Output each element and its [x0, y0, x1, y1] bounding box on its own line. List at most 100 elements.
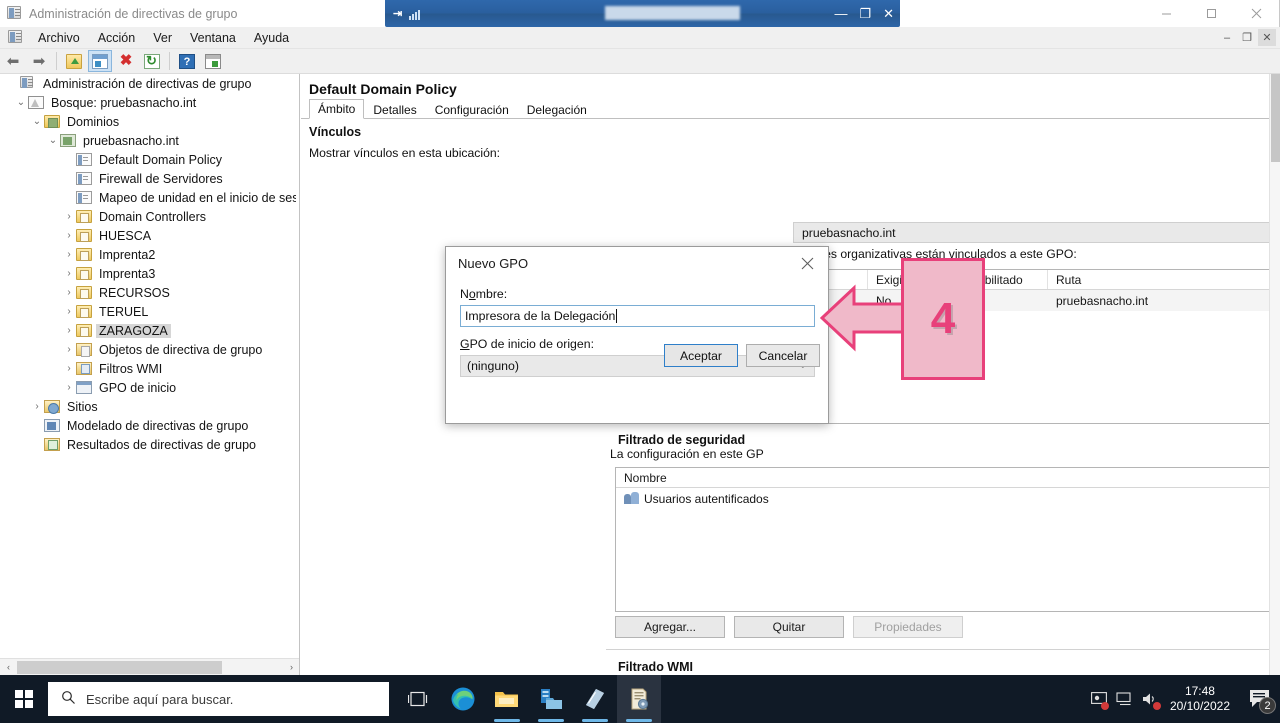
gpmc-icon — [7, 5, 23, 22]
tree-node-filtros-wmi[interactable]: › Filtros WMI — [0, 359, 296, 378]
file-explorer-icon[interactable] — [485, 675, 529, 723]
scrollbar-track[interactable] — [17, 658, 283, 675]
twisty-collapsed-icon[interactable]: › — [62, 230, 76, 241]
gpo-name-input[interactable]: Impresora de la Delegación — [460, 305, 815, 327]
volume-muted-icon[interactable] — [1138, 675, 1164, 723]
twisty-collapsed-icon[interactable]: › — [62, 363, 76, 374]
scrollbar-thumb[interactable] — [1271, 74, 1280, 162]
tree-node-firewall-servidores[interactable]: Firewall de Servidores — [0, 169, 296, 188]
tree-node-domain-controllers[interactable]: › Domain Controllers — [0, 207, 296, 226]
tree-node-imprenta3[interactable]: › Imprenta3 — [0, 264, 296, 283]
tree-node-gpo-inicio[interactable]: › GPO de inicio — [0, 378, 296, 397]
twisty-collapsed-icon[interactable]: › — [30, 401, 44, 412]
show-hide-tree-button[interactable] — [88, 50, 112, 72]
menu-item-ventana[interactable]: Ventana — [181, 29, 245, 47]
up-folder-button[interactable] — [62, 50, 86, 72]
inner-window-titlebar: ⇥ — ❐ ✕ — [385, 0, 900, 27]
tree-node-resultados[interactable]: Resultados de directivas de grupo — [0, 435, 296, 454]
tree-node-default-domain-policy[interactable]: Default Domain Policy — [0, 150, 296, 169]
tree-node-bosque[interactable]: ⌄ Bosque: pruebasnacho.int — [0, 93, 296, 112]
properties-button[interactable] — [201, 50, 225, 72]
server-manager-icon[interactable] — [529, 675, 573, 723]
edge-icon[interactable] — [441, 675, 485, 723]
clock[interactable]: 17:48 20/10/2022 — [1164, 684, 1240, 714]
tree-node-label: Resultados de directivas de grupo — [67, 437, 257, 452]
twisty-expanded-icon[interactable]: ⌄ — [14, 97, 28, 108]
tab-configuracion[interactable]: Configuración — [426, 100, 518, 119]
delete-button[interactable]: ✖ — [114, 50, 138, 72]
inner-close-icon[interactable]: ✕ — [883, 7, 894, 20]
domain-icon — [60, 134, 76, 147]
twisty-collapsed-icon[interactable]: › — [62, 211, 76, 222]
notification-center-button[interactable]: 2 — [1240, 675, 1280, 723]
twisty-expanded-icon[interactable]: ⌄ — [30, 116, 44, 127]
scroll-right-icon[interactable]: › — [283, 659, 299, 676]
help-button[interactable]: ? — [175, 50, 199, 72]
tree-node-mapeo-unidad[interactable]: Mapeo de unidad en el inicio de sesió — [0, 188, 296, 207]
tab-detalles[interactable]: Detalles — [364, 100, 425, 119]
refresh-button[interactable] — [140, 50, 164, 72]
network-icon[interactable] — [1112, 675, 1138, 723]
location-combobox[interactable]: pruebasnacho.int ⌄ — [793, 222, 1280, 243]
tree-node-dominios[interactable]: ⌄ Dominios — [0, 112, 296, 131]
twisty-expanded-icon[interactable]: ⌄ — [46, 135, 60, 146]
close-icon[interactable] — [1234, 0, 1279, 27]
twisty-collapsed-icon[interactable]: › — [62, 306, 76, 317]
menu-item-ver[interactable]: Ver — [144, 29, 181, 47]
tree-node-teruel[interactable]: › TERUEL — [0, 302, 296, 321]
remove-button[interactable]: Quitar — [734, 616, 844, 638]
mdi-restore-icon[interactable]: ❐ — [1238, 29, 1256, 46]
tab-delegacion[interactable]: Delegación — [518, 100, 596, 119]
twisty-collapsed-icon[interactable]: › — [62, 344, 76, 355]
tree-node-objetos-directiva[interactable]: › Objetos de directiva de grupo — [0, 340, 296, 359]
ou-icon — [76, 229, 92, 242]
inner-minimize-icon[interactable]: — — [834, 7, 847, 20]
menu-item-accion[interactable]: Acción — [89, 29, 145, 47]
table-row[interactable]: Usuarios autentificados — [616, 488, 1280, 509]
tree-node-huesca[interactable]: › HUESCA — [0, 226, 296, 245]
tree-horizontal-scrollbar[interactable]: ‹ › — [0, 658, 299, 676]
toolbar-separator-2 — [169, 52, 170, 70]
mdi-minimize-icon[interactable]: – — [1218, 29, 1236, 46]
menu-item-ayuda[interactable]: Ayuda — [245, 29, 298, 47]
task-view-icon[interactable] — [397, 675, 441, 723]
tree-node-modelado[interactable]: Modelado de directivas de grupo — [0, 416, 296, 435]
location-label: Mostrar vínculos en esta ubicación: — [301, 146, 1280, 160]
minimize-icon[interactable] — [1144, 0, 1189, 27]
twisty-collapsed-icon[interactable]: › — [62, 249, 76, 260]
tab-ambito[interactable]: Ámbito — [309, 99, 365, 119]
scroll-left-icon[interactable]: ‹ — [0, 659, 17, 676]
tree-node-sitios[interactable]: › Sitios — [0, 397, 296, 416]
mdi-close-icon[interactable]: ✕ — [1258, 29, 1276, 46]
twisty-collapsed-icon[interactable]: › — [62, 287, 76, 298]
windows-admin-icon[interactable] — [573, 675, 617, 723]
column-header-ruta[interactable]: Ruta — [1048, 270, 1280, 289]
tree-node-recursos[interactable]: › RECURSOS — [0, 283, 296, 302]
search-input[interactable]: Escribe aquí para buscar. — [48, 682, 389, 716]
content-vertical-scrollbar[interactable] — [1269, 74, 1280, 675]
screen-root: Administración de directivas de grupo ⇥ — [0, 0, 1280, 723]
dialog-titlebar: Nuevo GPO — [446, 247, 828, 279]
ou-icon — [76, 286, 92, 299]
inner-restore-icon[interactable]: ❐ — [859, 7, 871, 20]
cancel-button[interactable]: Cancelar — [746, 344, 820, 367]
column-header-nombre[interactable]: Nombre — [616, 468, 1280, 487]
tree-node-imprenta2[interactable]: › Imprenta2 — [0, 245, 296, 264]
maximize-icon[interactable] — [1189, 0, 1234, 27]
add-button[interactable]: Agregar... — [615, 616, 725, 638]
menu-item-archivo[interactable]: Archivo — [29, 29, 89, 47]
twisty-collapsed-icon[interactable]: › — [62, 382, 76, 393]
tree-node-pruebasnacho[interactable]: ⌄ pruebasnacho.int — [0, 131, 296, 150]
back-button[interactable]: ⬅ — [1, 50, 25, 72]
scrollbar-thumb[interactable] — [17, 660, 222, 674]
start-button[interactable] — [0, 675, 48, 723]
tree-node-gpmc-root[interactable]: Administración de directivas de grupo — [0, 74, 296, 93]
forward-button[interactable]: ➡ — [27, 50, 51, 72]
gpmc-taskbar-icon[interactable] — [617, 675, 661, 723]
remote-desktop-icon[interactable] — [1086, 675, 1112, 723]
tree-node-label: Imprenta3 — [99, 266, 156, 281]
tree-node-zaragoza[interactable]: › ZARAGOZA — [0, 321, 296, 340]
twisty-collapsed-icon[interactable]: › — [62, 268, 76, 279]
twisty-collapsed-icon[interactable]: › — [62, 325, 76, 336]
accept-button[interactable]: Aceptar — [664, 344, 738, 367]
